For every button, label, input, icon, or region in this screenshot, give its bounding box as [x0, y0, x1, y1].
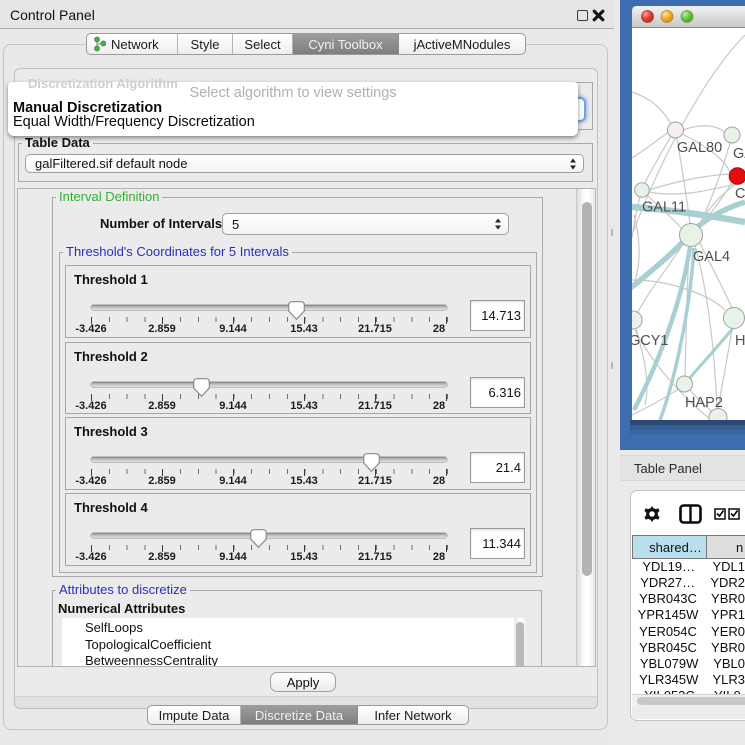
svg-text:GAL4: GAL4	[693, 249, 730, 265]
svg-text:HAP2: HAP2	[685, 395, 723, 411]
svg-text:GA: GA	[733, 146, 745, 162]
svg-text:GCY1: GCY1	[629, 333, 669, 349]
svg-text:GAL80: GAL80	[677, 140, 722, 156]
svg-text:GAL11: GAL11	[642, 200, 686, 216]
svg-text:C: C	[735, 186, 745, 202]
svg-text:H: H	[735, 333, 745, 349]
